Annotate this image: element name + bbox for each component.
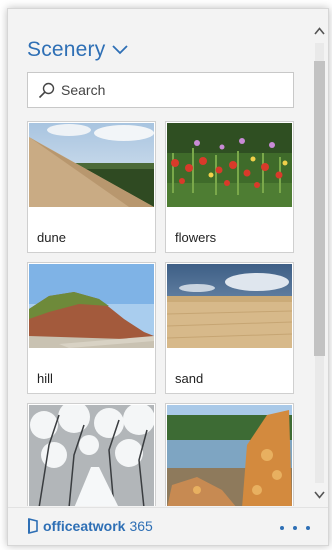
search-box[interactable] <box>27 72 294 108</box>
ellipsis-icon <box>280 526 284 530</box>
search-input[interactable] <box>61 82 281 98</box>
image-card-rocks[interactable] <box>165 403 294 506</box>
chevron-down-icon <box>112 45 129 55</box>
ellipsis-icon <box>293 526 297 530</box>
flowers-thumbnail <box>167 123 292 207</box>
image-card-snow[interactable] <box>27 403 156 506</box>
image-card-hill[interactable]: hill <box>27 262 156 394</box>
scroll-thumb[interactable] <box>314 61 325 356</box>
dune-thumbnail <box>29 123 154 207</box>
category-selector[interactable]: Scenery <box>27 37 129 63</box>
more-options-button[interactable] <box>280 518 310 538</box>
scenery-panel: Scenery Search dune flowers hill sand of… <box>7 8 329 546</box>
chevron-down-icon <box>314 491 325 499</box>
card-label: dune <box>37 230 66 245</box>
image-card-dune[interactable]: dune <box>27 121 156 253</box>
chevron-up-icon <box>314 27 325 35</box>
vertical-scrollbar[interactable] <box>312 23 327 503</box>
image-grid: dune flowers hill sand <box>8 121 308 506</box>
snow-thumbnail <box>29 405 154 506</box>
card-label: hill <box>37 371 53 386</box>
rocks-thumbnail <box>167 405 292 506</box>
ellipsis-icon <box>306 526 310 530</box>
image-card-flowers[interactable]: flowers <box>165 121 294 253</box>
image-card-sand[interactable]: sand <box>165 262 294 394</box>
officeatwork-logo-icon <box>28 518 38 534</box>
hill-thumbnail <box>29 264 154 348</box>
card-label: sand <box>175 371 204 386</box>
sand-thumbnail <box>167 264 292 348</box>
brand-suffix: 365 <box>129 518 153 534</box>
brand-name: officeatwork <box>43 518 126 534</box>
brand-link[interactable]: officeatwork 365 <box>27 518 153 534</box>
search-icon <box>38 82 55 98</box>
scroll-up-button[interactable] <box>312 23 327 39</box>
footer: officeatwork 365 <box>8 507 328 545</box>
scroll-down-button[interactable] <box>312 487 327 503</box>
category-title: Scenery <box>27 38 106 61</box>
card-label: flowers <box>175 230 217 245</box>
